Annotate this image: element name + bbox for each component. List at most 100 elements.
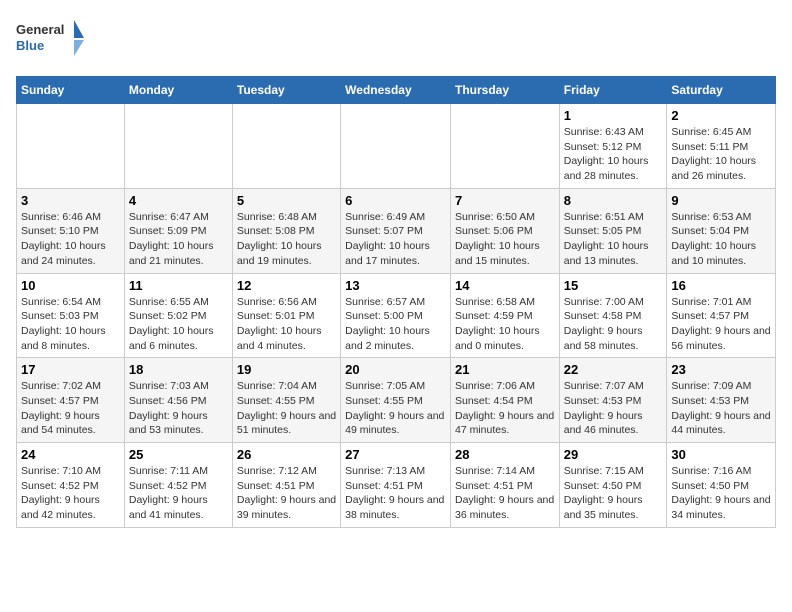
calendar-cell: 10 Sunrise: 6:54 AMSunset: 5:03 PMDayligh… (17, 273, 125, 358)
svg-text:Blue: Blue (16, 38, 44, 53)
day-info: Sunrise: 7:14 AMSunset: 4:51 PMDaylight:… (455, 464, 555, 523)
calendar-cell: 9 Sunrise: 6:53 AMSunset: 5:04 PMDaylight… (667, 188, 776, 273)
calendar-cell: 17 Sunrise: 7:02 AMSunset: 4:57 PMDayligh… (17, 358, 125, 443)
calendar-cell: 26 Sunrise: 7:12 AMSunset: 4:51 PMDayligh… (232, 443, 340, 528)
calendar-cell: 21 Sunrise: 7:06 AMSunset: 4:54 PMDayligh… (450, 358, 559, 443)
calendar-cell: 11Sunrise: 6:55 AMSunset: 5:02 PMDayligh… (124, 273, 232, 358)
day-info: Sunrise: 7:09 AMSunset: 4:53 PMDaylight:… (671, 379, 771, 438)
weekday-header: Sunday (17, 77, 125, 104)
weekday-header: Monday (124, 77, 232, 104)
calendar-cell: 25 Sunrise: 7:11 AMSunset: 4:52 PMDayligh… (124, 443, 232, 528)
calendar-cell: 6Sunrise: 6:49 AMSunset: 5:07 PMDaylight… (341, 188, 451, 273)
day-number: 16 (671, 278, 771, 293)
calendar-header: SundayMondayTuesdayWednesdayThursdayFrid… (17, 77, 776, 104)
day-number: 23 (671, 362, 771, 377)
day-number: 12 (237, 278, 336, 293)
day-number: 29 (564, 447, 663, 462)
day-info: Sunrise: 7:04 AMSunset: 4:55 PMDaylight:… (237, 379, 336, 438)
calendar-cell: 27Sunrise: 7:13 AMSunset: 4:51 PMDayligh… (341, 443, 451, 528)
calendar-cell: 29 Sunrise: 7:15 AMSunset: 4:50 PMDayligh… (559, 443, 667, 528)
day-number: 14 (455, 278, 555, 293)
weekday-header: Wednesday (341, 77, 451, 104)
calendar-body: 1 Sunrise: 6:43 AMSunset: 5:12 PMDaylight… (17, 104, 776, 528)
day-number: 25 (129, 447, 228, 462)
day-info: Sunrise: 7:16 AMSunset: 4:50 PMDaylight:… (671, 464, 771, 523)
weekday-header: Saturday (667, 77, 776, 104)
calendar-cell: 13 Sunrise: 6:57 AMSunset: 5:00 PMDayligh… (341, 273, 451, 358)
day-info: Sunrise: 6:51 AMSunset: 5:05 PMDaylight:… (564, 210, 663, 269)
weekday-row: SundayMondayTuesdayWednesdayThursdayFrid… (17, 77, 776, 104)
day-info: Sunrise: 6:48 AMSunset: 5:08 PMDaylight:… (237, 210, 336, 269)
day-number: 8 (564, 193, 663, 208)
day-number: 10 (21, 278, 120, 293)
calendar-cell: 16 Sunrise: 7:01 AMSunset: 4:57 PMDayligh… (667, 273, 776, 358)
day-number: 4 (129, 193, 228, 208)
calendar-cell (17, 104, 125, 189)
day-number: 3 (21, 193, 120, 208)
day-info: Sunrise: 6:53 AMSunset: 5:04 PMDaylight:… (671, 210, 771, 269)
calendar-cell: 23 Sunrise: 7:09 AMSunset: 4:53 PMDayligh… (667, 358, 776, 443)
day-info: Sunrise: 7:06 AMSunset: 4:54 PMDaylight:… (455, 379, 555, 438)
day-info: Sunrise: 7:02 AMSunset: 4:57 PMDaylight:… (21, 379, 120, 438)
day-info: Sunrise: 7:12 AMSunset: 4:51 PMDaylight:… (237, 464, 336, 523)
calendar-cell (124, 104, 232, 189)
calendar-cell (232, 104, 340, 189)
calendar-week-row: 24Sunrise: 7:10 AMSunset: 4:52 PMDayligh… (17, 443, 776, 528)
day-number: 20 (345, 362, 446, 377)
day-number: 17 (21, 362, 120, 377)
day-number: 1 (564, 108, 663, 123)
day-info: Sunrise: 6:43 AMSunset: 5:12 PMDaylight:… (564, 125, 663, 184)
day-info: Sunrise: 7:10 AMSunset: 4:52 PMDaylight:… (21, 464, 120, 523)
day-info: Sunrise: 7:01 AMSunset: 4:57 PMDaylight:… (671, 295, 771, 354)
day-number: 28 (455, 447, 555, 462)
calendar-cell: 30 Sunrise: 7:16 AMSunset: 4:50 PMDayligh… (667, 443, 776, 528)
calendar-cell: 15Sunrise: 7:00 AMSunset: 4:58 PMDayligh… (559, 273, 667, 358)
weekday-header: Tuesday (232, 77, 340, 104)
calendar-cell: 20 Sunrise: 7:05 AMSunset: 4:55 PMDayligh… (341, 358, 451, 443)
page-header: General Blue (16, 16, 776, 66)
weekday-header: Thursday (450, 77, 559, 104)
calendar-cell (341, 104, 451, 189)
weekday-header: Friday (559, 77, 667, 104)
day-number: 18 (129, 362, 228, 377)
calendar-cell: 18Sunrise: 7:03 AMSunset: 4:56 PMDayligh… (124, 358, 232, 443)
day-info: Sunrise: 6:45 AMSunset: 5:11 PMDaylight:… (671, 125, 771, 184)
calendar-table: SundayMondayTuesdayWednesdayThursdayFrid… (16, 76, 776, 528)
calendar-week-row: 1 Sunrise: 6:43 AMSunset: 5:12 PMDaylight… (17, 104, 776, 189)
day-info: Sunrise: 6:50 AMSunset: 5:06 PMDaylight:… (455, 210, 555, 269)
day-number: 13 (345, 278, 446, 293)
day-number: 21 (455, 362, 555, 377)
logo: General Blue (16, 16, 86, 66)
day-info: Sunrise: 6:56 AMSunset: 5:01 PMDaylight:… (237, 295, 336, 354)
day-info: Sunrise: 7:11 AMSunset: 4:52 PMDaylight:… (129, 464, 228, 523)
day-info: Sunrise: 6:54 AMSunset: 5:03 PMDaylight:… (21, 295, 120, 354)
day-info: Sunrise: 6:55 AMSunset: 5:02 PMDaylight:… (129, 295, 228, 354)
day-info: Sunrise: 7:15 AMSunset: 4:50 PMDaylight:… (564, 464, 663, 523)
day-number: 9 (671, 193, 771, 208)
calendar-week-row: 3 Sunrise: 6:46 AMSunset: 5:10 PMDaylight… (17, 188, 776, 273)
calendar-cell: 8 Sunrise: 6:51 AMSunset: 5:05 PMDaylight… (559, 188, 667, 273)
svg-text:General: General (16, 22, 64, 37)
day-info: Sunrise: 7:05 AMSunset: 4:55 PMDaylight:… (345, 379, 446, 438)
calendar-cell: 24Sunrise: 7:10 AMSunset: 4:52 PMDayligh… (17, 443, 125, 528)
day-number: 2 (671, 108, 771, 123)
day-info: Sunrise: 6:58 AMSunset: 4:59 PMDaylight:… (455, 295, 555, 354)
calendar-cell: 14 Sunrise: 6:58 AMSunset: 4:59 PMDayligh… (450, 273, 559, 358)
calendar-cell: 22Sunrise: 7:07 AMSunset: 4:53 PMDayligh… (559, 358, 667, 443)
calendar-cell: 28 Sunrise: 7:14 AMSunset: 4:51 PMDayligh… (450, 443, 559, 528)
day-number: 26 (237, 447, 336, 462)
day-number: 30 (671, 447, 771, 462)
calendar-week-row: 10 Sunrise: 6:54 AMSunset: 5:03 PMDayligh… (17, 273, 776, 358)
day-info: Sunrise: 6:46 AMSunset: 5:10 PMDaylight:… (21, 210, 120, 269)
day-info: Sunrise: 6:49 AMSunset: 5:07 PMDaylight:… (345, 210, 446, 269)
calendar-cell: 2 Sunrise: 6:45 AMSunset: 5:11 PMDaylight… (667, 104, 776, 189)
day-number: 19 (237, 362, 336, 377)
calendar-cell: 3 Sunrise: 6:46 AMSunset: 5:10 PMDaylight… (17, 188, 125, 273)
day-info: Sunrise: 6:57 AMSunset: 5:00 PMDaylight:… (345, 295, 446, 354)
day-info: Sunrise: 7:07 AMSunset: 4:53 PMDaylight:… (564, 379, 663, 438)
calendar-cell: 4Sunrise: 6:47 AMSunset: 5:09 PMDaylight… (124, 188, 232, 273)
calendar-cell: 7 Sunrise: 6:50 AMSunset: 5:06 PMDaylight… (450, 188, 559, 273)
day-number: 7 (455, 193, 555, 208)
logo-svg: General Blue (16, 16, 86, 66)
day-number: 15 (564, 278, 663, 293)
